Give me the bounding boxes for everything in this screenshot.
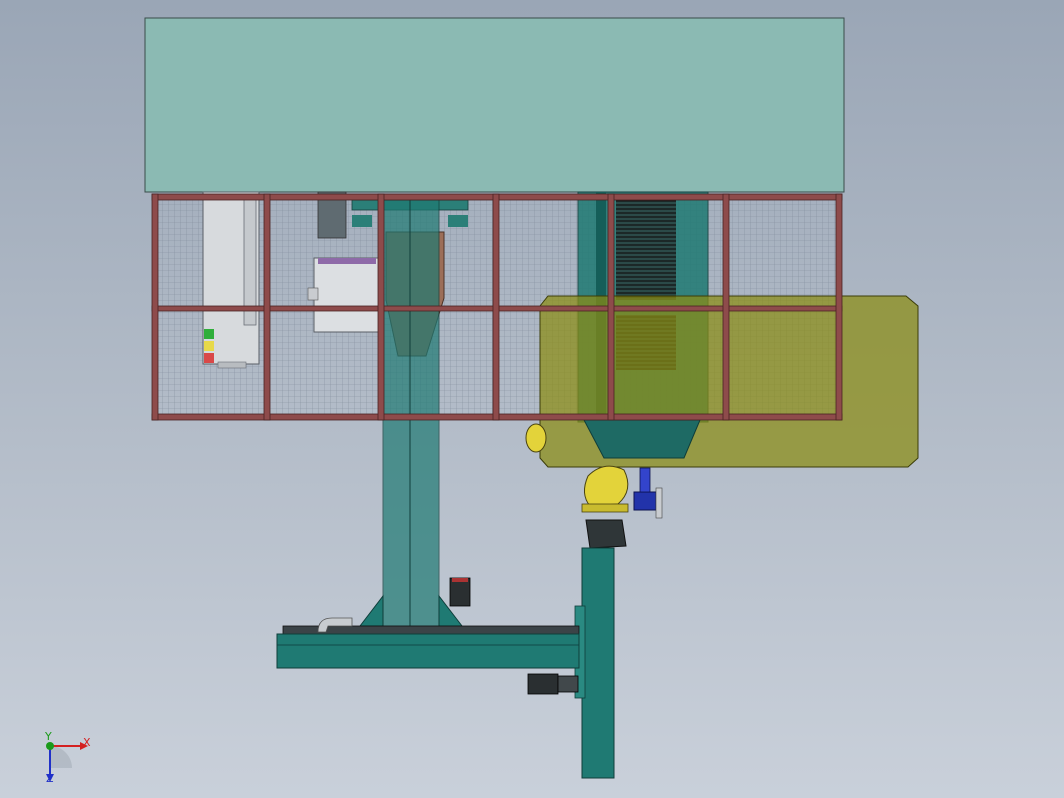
- status-light-yellow: [204, 341, 214, 351]
- drive-motor-top: [449, 577, 471, 607]
- drive-motor-bottom: [527, 673, 579, 695]
- positioner-post: [581, 547, 615, 779]
- cad-assembly-view: X Y Z: [44, 17, 919, 785]
- roof-panel: [144, 17, 845, 193]
- axis-y-label: Y: [44, 730, 52, 743]
- status-light-green: [204, 329, 214, 339]
- control-cabinet: [202, 191, 260, 369]
- servo-motor-blue: [633, 467, 663, 519]
- axis-x-label: X: [83, 736, 91, 749]
- status-light-red: [204, 353, 214, 363]
- axis-z-label: Z: [46, 772, 54, 785]
- coordinate-triad: X Y Z: [44, 730, 91, 785]
